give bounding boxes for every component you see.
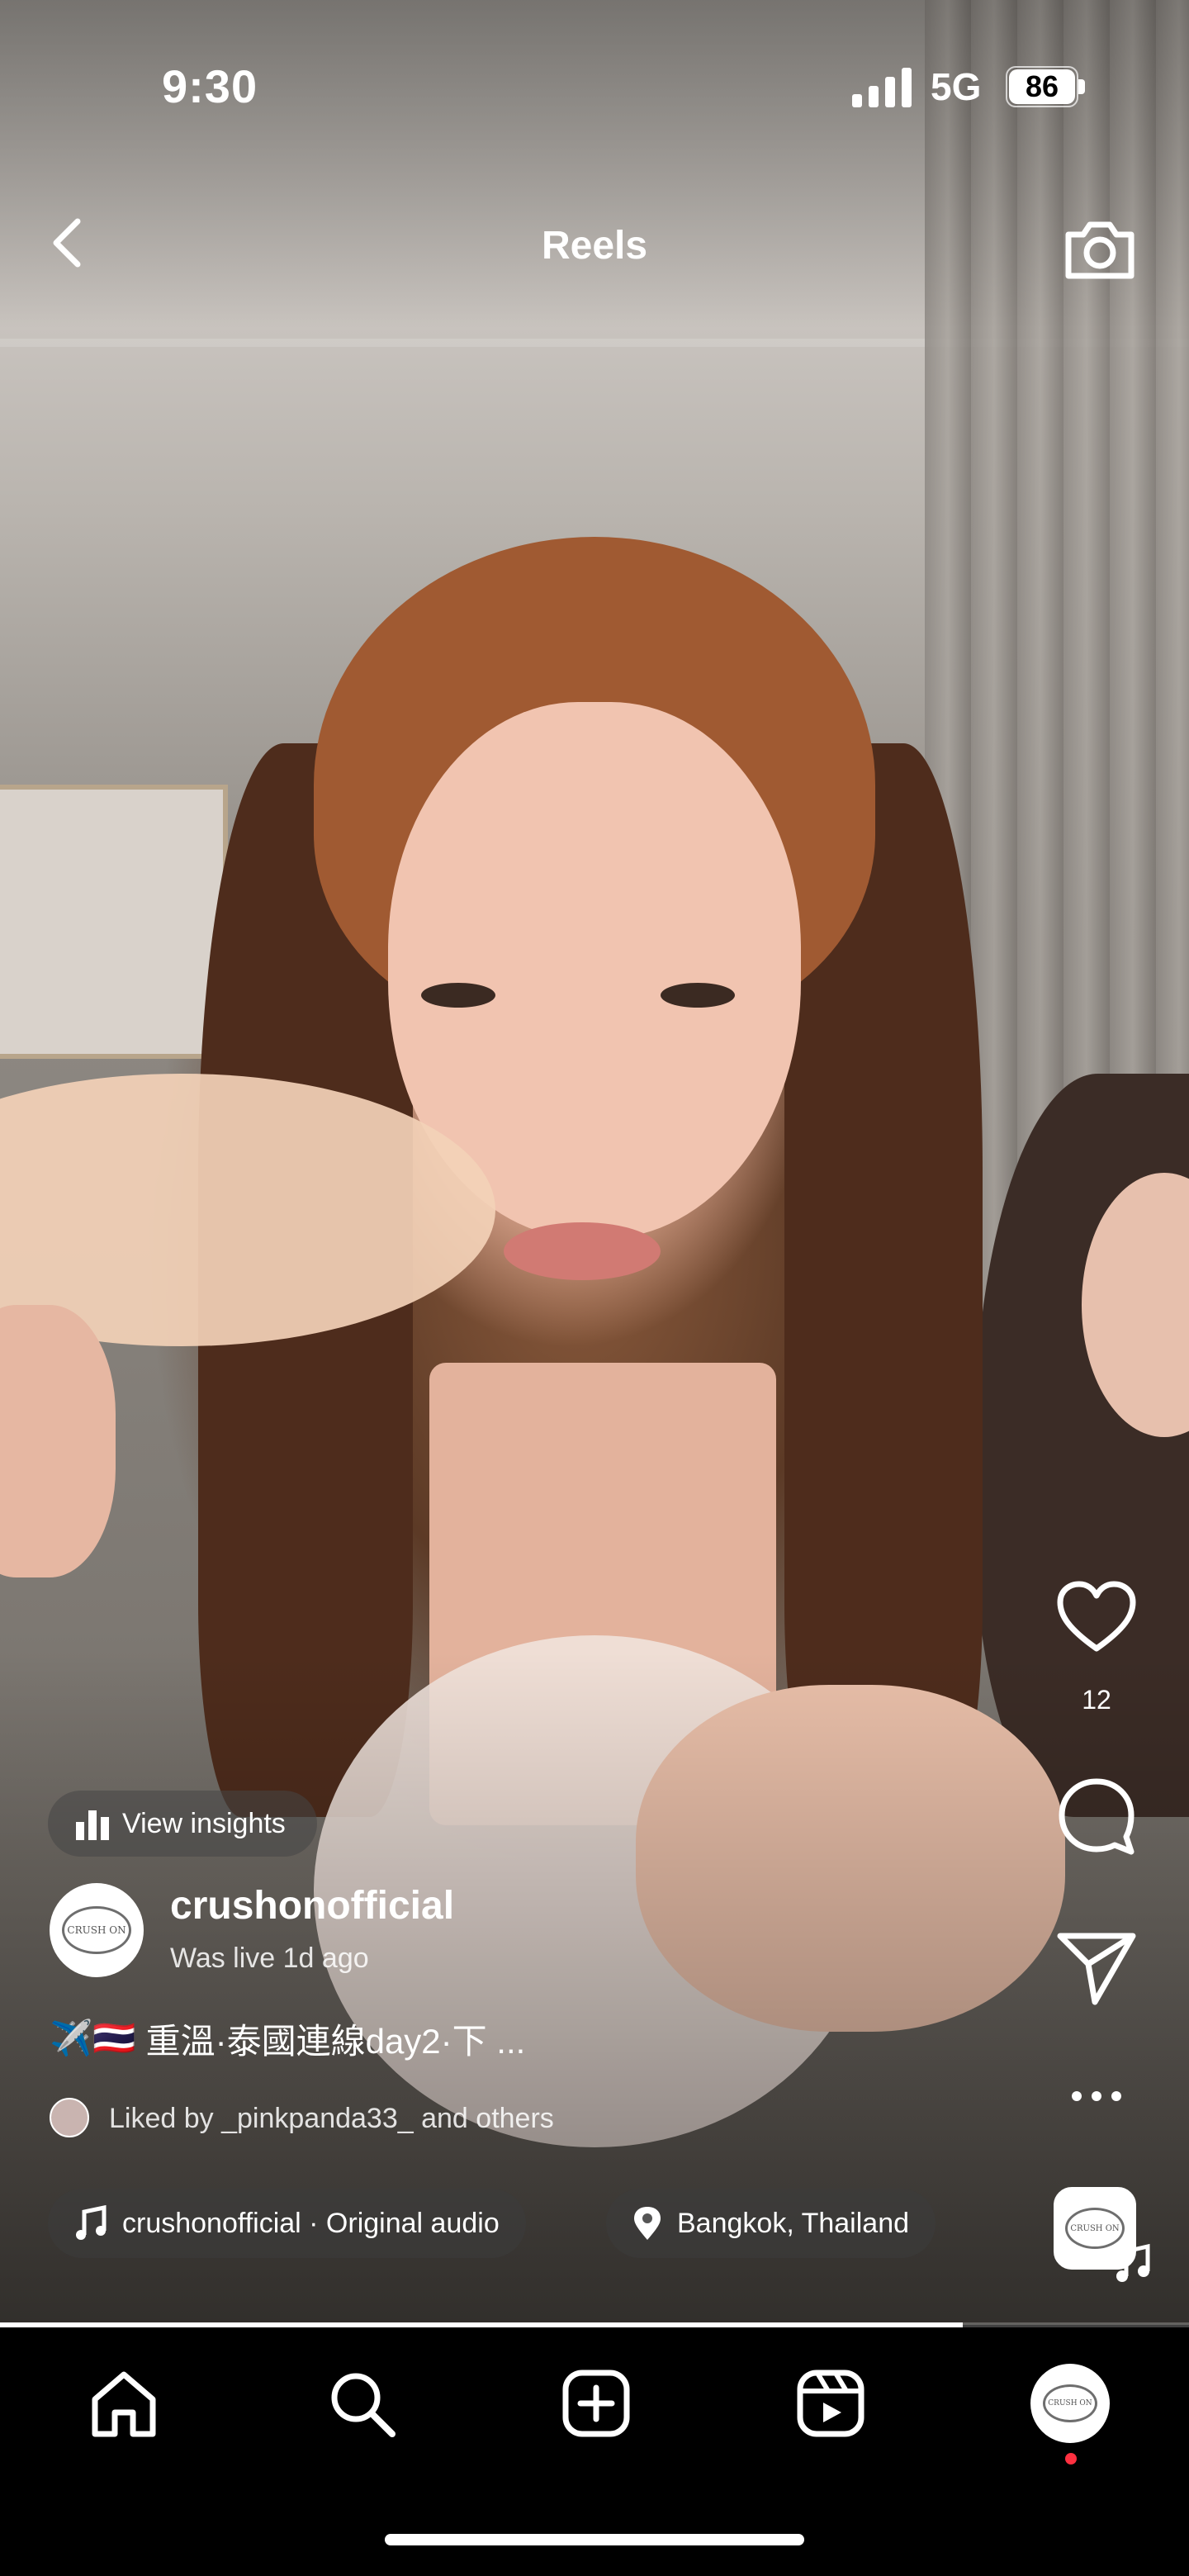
profile-avatar-logo: CRUSH ON <box>1043 2384 1097 2422</box>
caption-text: 重溫·泰國連線day2·下 ... <box>145 2022 526 2061</box>
liked-by-avatar <box>50 2098 89 2137</box>
notification-dot <box>1065 2453 1077 2465</box>
network-type: 5G <box>931 65 982 108</box>
caption-emojis: ✈️🇹🇭 <box>50 2019 136 2057</box>
liked-by-text[interactable]: Liked by _pinkpanda33_ and others <box>109 2103 554 2135</box>
avatar[interactable]: CRUSH ON <box>50 1883 144 1977</box>
caption[interactable]: ✈️🇹🇭 重溫·泰國連線day2·下 ... <box>50 2014 525 2064</box>
create-icon <box>562 2370 630 2437</box>
share-button[interactable] <box>1052 1921 1141 2010</box>
audio-chip[interactable]: crushonofficial · Original audio <box>48 2189 526 2258</box>
battery-tip <box>1078 79 1085 94</box>
hand-left <box>0 1305 116 1577</box>
liked-by-and: and <box>413 2103 476 2134</box>
location-chip[interactable]: Bangkok, Thailand <box>606 2189 936 2258</box>
tab-search[interactable] <box>320 2362 403 2445</box>
bar-chart-icon <box>76 1810 109 1840</box>
send-icon <box>1057 1933 1136 2005</box>
top-shade <box>0 0 1189 330</box>
live-status: Was live 1d ago <box>170 1943 369 1974</box>
more-horizontal-icon <box>1072 2091 1121 2101</box>
like-count: 12 <box>1082 1685 1111 1715</box>
page-title: Reels <box>541 224 648 268</box>
view-insights-label: View insights <box>122 1807 286 1839</box>
home-indicator[interactable] <box>385 2534 804 2545</box>
back-button[interactable] <box>40 213 99 273</box>
tab-home[interactable] <box>83 2362 165 2445</box>
lips <box>504 1222 661 1280</box>
profile-avatar: CRUSH ON <box>1030 2364 1110 2443</box>
location-label: Bangkok, Thailand <box>677 2207 910 2239</box>
tab-create[interactable] <box>555 2362 637 2445</box>
right-eye <box>661 983 735 1008</box>
reels-screen: 9:30 5G 86 Reels 12 View insights CRUSH … <box>0 0 1189 2576</box>
avatar-logo: CRUSH ON <box>62 1906 131 1954</box>
comment-button[interactable] <box>1052 1771 1141 1860</box>
signal-bars-icon <box>852 68 912 107</box>
search-icon <box>331 2373 396 2437</box>
battery-icon: 86 <box>1006 66 1088 107</box>
status-time: 9:30 <box>162 60 258 112</box>
mirror <box>0 785 228 1059</box>
liked-by-prefix: Liked by <box>109 2103 222 2134</box>
camera-icon <box>1065 221 1135 279</box>
heart-icon <box>1057 1581 1136 1652</box>
chevron-left-icon <box>53 218 81 268</box>
reel-video[interactable] <box>0 0 1189 2325</box>
location-pin-icon <box>634 2207 661 2240</box>
reels-icon <box>797 2370 865 2437</box>
tab-reels[interactable] <box>789 2362 872 2445</box>
more-options-button[interactable] <box>1052 2052 1141 2141</box>
music-note-icon <box>76 2205 107 2240</box>
left-eye <box>421 983 495 1008</box>
view-insights-button[interactable]: View insights <box>48 1791 317 1857</box>
tab-profile[interactable]: CRUSH ON <box>1029 2362 1111 2445</box>
audio-label: crushonofficial · Original audio <box>122 2207 500 2239</box>
battery-level: 86 <box>1009 69 1075 104</box>
liked-by-others[interactable]: others <box>476 2103 554 2134</box>
camera-button[interactable] <box>1060 210 1139 289</box>
home-icon <box>92 2371 156 2437</box>
comment-icon <box>1059 1778 1135 1855</box>
username[interactable]: crushonofficial <box>170 1883 454 1928</box>
music-note-icon <box>1116 2243 1150 2282</box>
liked-by-user[interactable]: _pinkpanda33_ <box>221 2103 414 2134</box>
like-button[interactable] <box>1052 1574 1141 1663</box>
